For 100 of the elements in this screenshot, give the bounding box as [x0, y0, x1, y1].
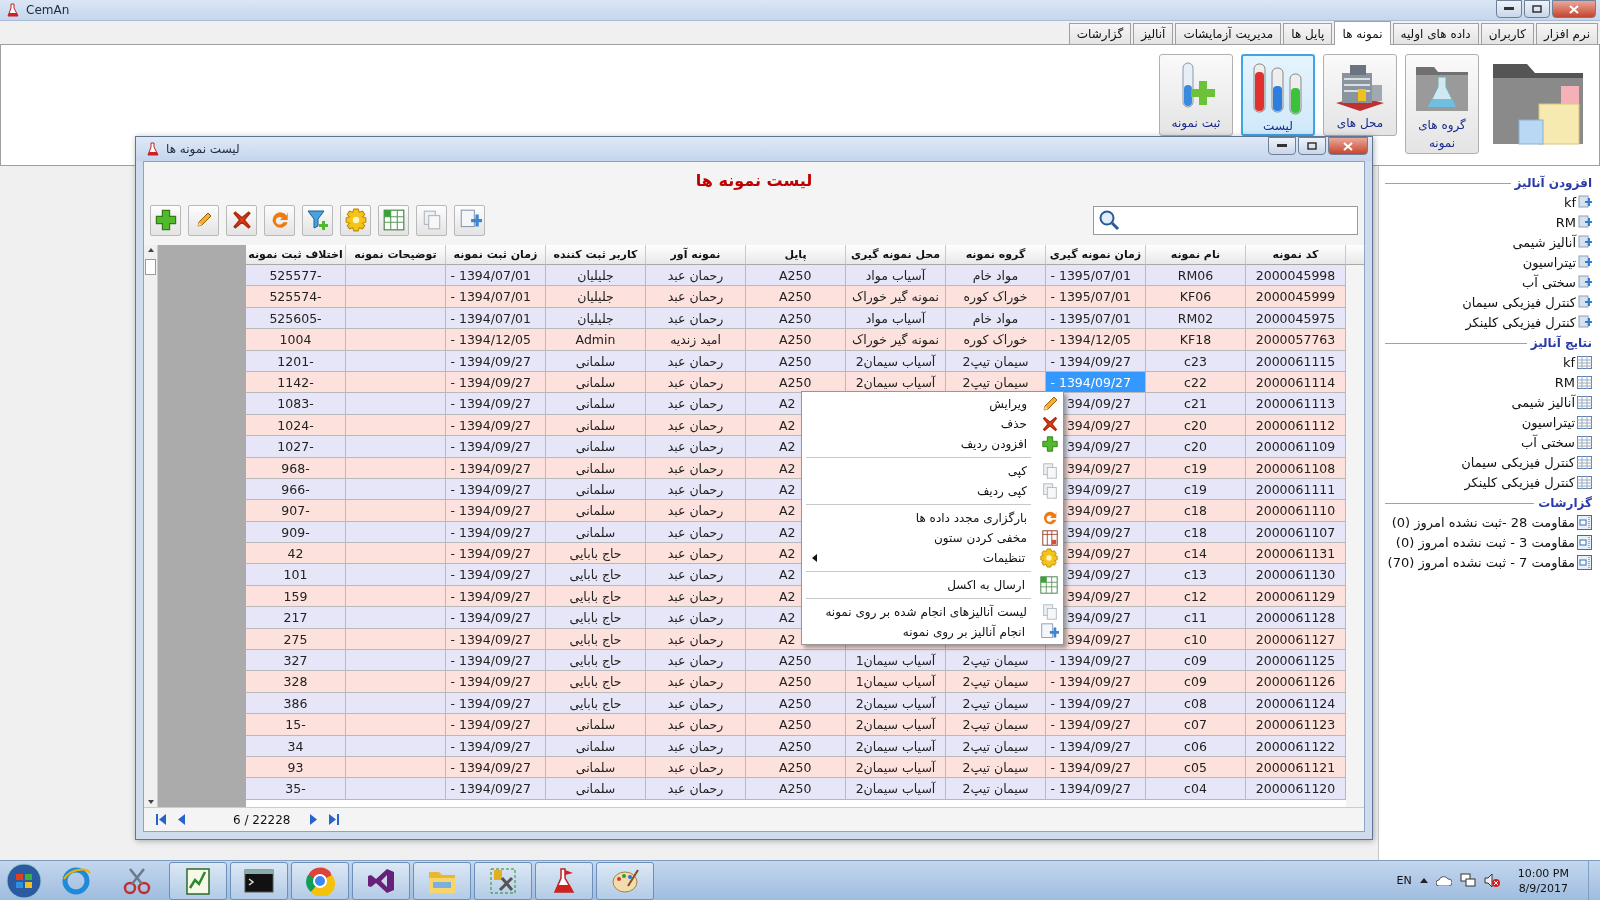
sidebar-link[interactable]: کنترل فیزیکی سیمان — [1461, 452, 1592, 472]
sidebar-link[interactable]: مقاومت 3 - ثبت نشده امروز (0) — [1395, 532, 1592, 552]
muted-speaker-icon[interactable] — [1483, 873, 1500, 888]
table-cell: 42 — [246, 543, 346, 565]
table-cell: رحمان عبد — [646, 436, 746, 458]
console-icon — [244, 867, 274, 894]
table-cell: 327 — [246, 650, 346, 672]
last-page-button[interactable] — [329, 814, 340, 825]
minimize-button[interactable] — [1268, 137, 1296, 155]
table-cell: سیمان تیپ2 — [946, 714, 1046, 736]
sidebar-link[interactable]: تیتراسیون — [1522, 252, 1592, 272]
tab[interactable]: آنالیز — [1133, 23, 1174, 44]
table-cell: c12 — [1146, 585, 1246, 608]
export-button[interactable] — [378, 204, 409, 236]
sidebar-link[interactable]: مقاومت 7 - ثبت نشده امروز (70) — [1387, 552, 1592, 572]
previous-page-button[interactable] — [178, 814, 185, 825]
table-cell: رحمان عبد — [646, 265, 746, 287]
globe-icon — [61, 865, 91, 896]
maximize-button[interactable] — [1298, 137, 1326, 155]
first-page-button[interactable] — [156, 814, 166, 825]
tab[interactable]: نرم افزار — [1535, 23, 1598, 44]
restore-button[interactable] — [1524, 0, 1550, 18]
sidebar-link[interactable]: RM — [1555, 212, 1592, 232]
table-cell: KF06 — [1146, 286, 1246, 308]
tab[interactable]: پایل ها — [1283, 23, 1333, 44]
analysis-button[interactable] — [454, 204, 485, 236]
sidebar-link[interactable]: تیتراسیون — [1521, 412, 1592, 432]
copy-icon — [1041, 482, 1059, 500]
network-icon[interactable] — [1459, 873, 1476, 888]
taskbar-button[interactable] — [352, 861, 410, 900]
sidebar-link[interactable]: سختی آب — [1521, 272, 1592, 292]
edit-button[interactable] — [188, 204, 219, 236]
table-cell: 2000061122 — [1246, 735, 1346, 757]
start-button[interactable] — [4, 861, 44, 900]
tab[interactable]: گزارشات — [1068, 23, 1132, 44]
table-cell: - 1394/09/27 — [446, 564, 546, 586]
filter-button[interactable] — [302, 204, 333, 236]
sidebar-link[interactable]: آنالیز شیمی — [1512, 232, 1592, 252]
copy-icon — [1041, 603, 1059, 621]
search-field[interactable] — [1093, 205, 1358, 235]
table-cell: سیمان تیپ2 — [946, 671, 1046, 693]
table-cell: - 1394/09/27 — [446, 671, 546, 693]
table-cell: 2000061131 — [1246, 543, 1346, 565]
sidebar-link[interactable]: RM — [1554, 372, 1592, 392]
sidebar-link[interactable]: کنترل فیزیکی سیمان — [1462, 292, 1592, 312]
sidebar-link[interactable]: مقاومت 28 -ثبت نشده امروز (0) — [1391, 512, 1592, 532]
delete-button[interactable] — [226, 204, 257, 236]
close-button[interactable] — [1328, 137, 1368, 155]
minimize-button[interactable] — [1496, 0, 1522, 18]
table-cell: - 1394/09/27 — [446, 628, 546, 651]
sidebar-link[interactable]: سختی آب — [1520, 432, 1592, 452]
table-cell: 1083- — [246, 393, 346, 415]
sidebar-link[interactable]: کنترل فیزیکی کلینکر — [1464, 472, 1592, 492]
table-cell: 2000061112 — [1246, 414, 1346, 437]
table-cell: c04 — [1146, 778, 1246, 800]
column-header: کاربر ثبت کننده — [546, 245, 646, 265]
tray-expand-icon[interactable] — [1419, 878, 1428, 883]
table-cell: سلمانی — [546, 414, 646, 437]
add-analysis-icon — [1578, 235, 1592, 249]
refresh-button[interactable] — [264, 204, 295, 236]
add-analysis-icon — [1578, 195, 1592, 209]
sidebar-link[interactable]: kf — [1562, 352, 1592, 372]
table-cell: حاج بابایی — [546, 585, 646, 608]
table-cell: - 1394/09/27 — [446, 607, 546, 629]
table-cell: سلمانی — [546, 393, 646, 415]
table-cell: آسیاب مواد — [846, 307, 946, 330]
taskbar-button[interactable] — [474, 861, 532, 900]
table-cell: رحمان عبد — [646, 371, 746, 394]
table-cell: سلمانی — [546, 478, 646, 501]
table-cell: - 1394/07/01 — [446, 265, 546, 287]
table-cell: 35- — [246, 778, 346, 800]
round-logo-icon — [305, 865, 335, 896]
settings-button[interactable] — [340, 204, 371, 236]
taskbar-button[interactable] — [230, 861, 288, 900]
table-cell: - 1394/09/27 — [446, 500, 546, 522]
table-cell: - 1394/09/27 — [1046, 778, 1146, 800]
tab[interactable]: مدیریت آزمایشات — [1175, 23, 1282, 44]
filter-icon — [305, 208, 330, 232]
ribbon-button[interactable]: ثبت نمونه — [1159, 54, 1233, 136]
table-cell: c11 — [1146, 607, 1246, 629]
close-icon — [1343, 141, 1353, 151]
tab[interactable]: کاربران — [1480, 23, 1534, 44]
tool-icon — [488, 865, 518, 896]
add-button[interactable] — [150, 204, 181, 236]
sidebar-link[interactable]: آنالیز شیمی — [1511, 392, 1592, 412]
table-cell: - 1394/09/27 — [1046, 650, 1146, 672]
table-cell: جلیلیان — [546, 286, 646, 308]
ribbon-button[interactable]: محل های — [1323, 54, 1397, 136]
sidebar-link[interactable]: کنترل فیزیکی کلینکر — [1465, 312, 1592, 332]
scrollbar-thumb[interactable] — [145, 259, 156, 275]
close-button[interactable] — [1552, 0, 1596, 18]
sidebar-link[interactable]: kf — [1563, 192, 1592, 212]
tab[interactable]: داده های اولیه — [1392, 23, 1479, 44]
next-page-button[interactable] — [310, 814, 318, 825]
ribbon-button[interactable]: لیست — [1241, 54, 1315, 136]
cloud-icon[interactable] — [1435, 875, 1452, 886]
tab[interactable]: نمونه ها — [1334, 21, 1391, 45]
table-cell: 2000061129 — [1246, 585, 1346, 608]
ribbon-button[interactable]: گروه های نمونه — [1405, 54, 1479, 154]
column-header: نمونه آور — [646, 245, 746, 265]
